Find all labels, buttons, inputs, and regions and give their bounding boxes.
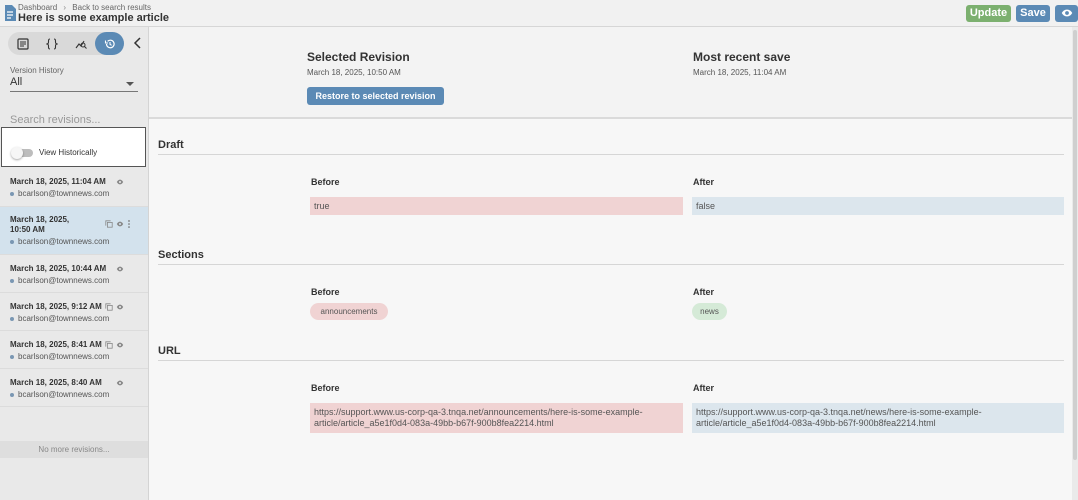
sections-after-chip: news [692, 303, 727, 320]
sections-before-chip: announcements [310, 303, 388, 320]
before-label: Before [311, 287, 340, 297]
revision-item[interactable]: March 18, 2025, 9:12 AM bcarlson@townnew… [0, 293, 148, 331]
code-braces-icon [45, 37, 58, 50]
history-icon [104, 39, 115, 48]
revision-item[interactable]: March 18, 2025, 8:41 AM bcarlson@townnew… [0, 331, 148, 369]
version-history-label: Version History [10, 66, 64, 75]
tab-analytics[interactable] [66, 32, 95, 55]
eye-icon[interactable] [116, 341, 124, 349]
view-historically-label: View Historically [39, 148, 98, 157]
revision-user: bcarlson@townnews.com [10, 276, 109, 285]
revision-user: bcarlson@townnews.com [10, 237, 109, 246]
revision-date: March 18, 2025, 8:40 AM [10, 378, 102, 387]
eye-icon[interactable] [116, 220, 124, 228]
section-draft-title: Draft [158, 139, 184, 151]
url-after-value: https://support.www.us-corp-qa-3.tnqa.ne… [692, 403, 1064, 433]
document-icon [5, 5, 16, 21]
eye-icon[interactable] [116, 303, 124, 311]
version-history-select[interactable]: All [10, 76, 138, 92]
eye-icon[interactable] [116, 178, 124, 186]
page-title: Here is some example article [18, 12, 170, 24]
revision-compare-panel: Selected Revision March 18, 2025, 10:50 … [149, 27, 1078, 500]
more-options-icon[interactable] [127, 220, 131, 228]
preview-button[interactable] [1055, 5, 1078, 22]
revision-list: March 18, 2025, 11:04 AM bcarlson@townne… [0, 169, 148, 407]
selected-revision-title: Selected Revision [307, 50, 410, 64]
user-dot-icon [10, 354, 14, 359]
save-button[interactable]: Save [1016, 5, 1050, 22]
revision-date: March 18, 2025, 8:41 AM [10, 340, 102, 349]
tab-code[interactable] [37, 32, 66, 55]
eye-icon [1061, 9, 1072, 17]
revision-date: March 18, 2025, 11:04 AM [10, 177, 106, 186]
section-divider [158, 154, 1064, 155]
url-before-value: https://support.www.us-corp-qa-3.tnqa.ne… [310, 403, 683, 433]
no-more-revisions: No more revisions... [0, 441, 148, 458]
section-divider [158, 360, 1064, 361]
before-label: Before [311, 177, 340, 187]
after-label: After [693, 287, 715, 297]
copy-icon[interactable] [105, 341, 113, 349]
revision-item-selected[interactable]: March 18, 2025, 10:50 AM bcarlson@townne… [0, 207, 148, 255]
eye-icon[interactable] [116, 379, 124, 387]
search-revisions-input[interactable] [10, 112, 138, 128]
most-recent-save-date: March 18, 2025, 11:04 AM [693, 68, 787, 77]
scrollbar-thumb[interactable] [1073, 30, 1077, 460]
revision-item[interactable]: March 18, 2025, 10:44 AM bcarlson@townne… [0, 255, 148, 293]
dropdown-caret-icon [126, 82, 134, 86]
most-recent-save-title: Most recent save [693, 50, 791, 64]
tab-content[interactable] [8, 32, 37, 55]
revision-date: March 18, 2025, 9:12 AM [10, 302, 102, 311]
eye-icon[interactable] [116, 265, 124, 273]
revision-date: March 18, 2025, 10:44 AM [10, 264, 107, 273]
breadcrumb-dashboard-link[interactable]: Dashboard [18, 3, 57, 12]
after-label: After [693, 177, 715, 187]
section-url-title: URL [158, 345, 181, 357]
revision-item[interactable]: March 18, 2025, 8:40 AM bcarlson@townnew… [0, 369, 148, 407]
revision-user: bcarlson@townnews.com [10, 390, 109, 399]
user-dot-icon [10, 278, 14, 283]
view-historically-panel: View Historically [1, 127, 146, 167]
main-scrollbar[interactable] [1072, 27, 1078, 500]
tab-history[interactable] [95, 32, 124, 55]
copy-icon[interactable] [105, 303, 113, 311]
breadcrumb-separator: › [63, 3, 67, 12]
selected-revision-date: March 18, 2025, 10:50 AM [307, 68, 401, 77]
revision-user: bcarlson@townnews.com [10, 314, 109, 323]
restore-revision-button[interactable]: Restore to selected revision [307, 87, 444, 105]
revision-date: March 18, 2025, 10:50 AM [10, 215, 70, 234]
top-bar: Dashboard › Back to search results Here … [0, 0, 1078, 27]
after-label: After [693, 383, 715, 393]
draft-after-value: false [692, 197, 1064, 215]
user-dot-icon [10, 392, 14, 397]
version-history-value: All [10, 76, 23, 88]
revision-user: bcarlson@townnews.com [10, 352, 109, 361]
revision-sidebar: Version History All View Historically Ma… [0, 27, 149, 500]
section-sections-title: Sections [158, 249, 204, 261]
breadcrumb-back-link[interactable]: Back to search results [72, 3, 151, 12]
draft-before-value: true [310, 197, 683, 215]
toggle-knob[interactable] [11, 147, 23, 159]
user-dot-icon [10, 239, 14, 244]
document-list-icon [16, 37, 29, 50]
user-dot-icon [10, 316, 14, 321]
breadcrumb: Dashboard › Back to search results [18, 3, 155, 12]
section-divider [158, 264, 1064, 265]
analytics-icon [75, 40, 87, 49]
update-button[interactable]: Update [966, 5, 1011, 22]
revision-item[interactable]: March 18, 2025, 11:04 AM bcarlson@townne… [0, 169, 148, 207]
copy-icon[interactable] [105, 220, 113, 228]
revision-user: bcarlson@townnews.com [10, 189, 109, 198]
revision-header: Selected Revision March 18, 2025, 10:50 … [149, 27, 1075, 119]
before-label: Before [311, 383, 340, 393]
collapse-sidebar-icon[interactable] [133, 37, 143, 49]
sidebar-toolbar [8, 32, 124, 55]
user-dot-icon [10, 191, 14, 196]
